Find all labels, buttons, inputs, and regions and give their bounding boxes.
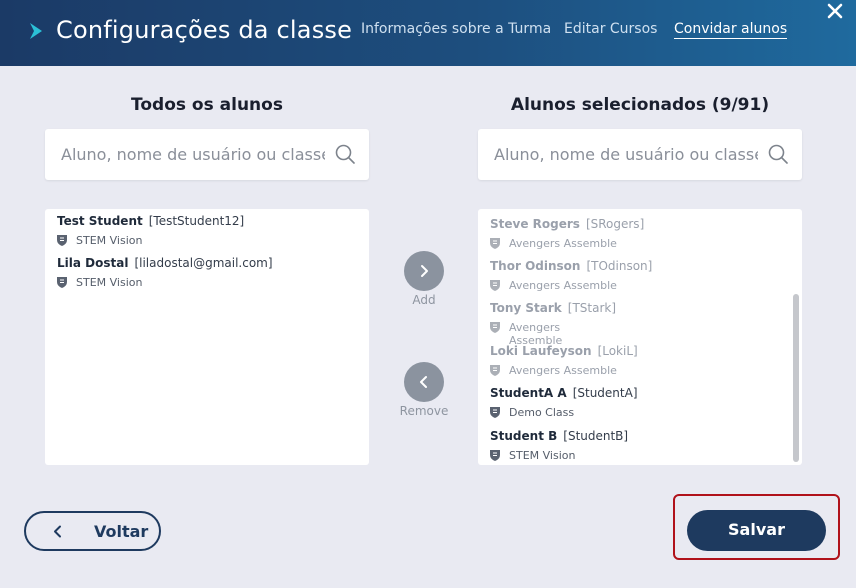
app-header: Configurações da classe Informações sobr… [0, 0, 856, 66]
shield-icon [490, 365, 500, 376]
student-class: Avengers Assemble [509, 237, 617, 250]
student-username: [SRogers] [585, 217, 645, 231]
list-item[interactable]: Student B [StudentB] STEM Vision [490, 427, 628, 463]
remove-button[interactable] [404, 362, 444, 402]
list-scrollbar[interactable] [793, 294, 799, 462]
shield-icon [490, 322, 500, 333]
student-username: [StudentA] [572, 386, 638, 400]
tab-class-info[interactable]: Informações sobre a Turma [361, 21, 551, 37]
student-username: [TStark] [567, 301, 617, 315]
list-item[interactable]: Thor Odinson [TOdinson] Avengers Assemble [490, 257, 652, 293]
tab-edit-courses[interactable]: Editar Cursos [564, 21, 657, 37]
all-students-list: Test Student [TestStudent12] STEM Vision … [45, 209, 369, 465]
all-students-title: Todos os alunos [131, 95, 283, 115]
remove-label[interactable]: Remove [394, 404, 454, 418]
selected-students-title: Alunos selecionados (9/91) [510, 95, 770, 115]
shield-icon [490, 450, 500, 461]
student-class: Avengers Assemble [509, 279, 617, 292]
student-name: Lila Dostal [57, 256, 129, 270]
add-label[interactable]: Add [404, 293, 444, 307]
right-search-input[interactable] [478, 129, 758, 180]
shield-icon [57, 235, 67, 246]
student-class: Demo Class [509, 406, 575, 419]
student-name: Loki Laufeyson [490, 344, 592, 358]
shield-icon [490, 238, 500, 249]
student-name: Student B [490, 429, 558, 443]
student-class: STEM Vision [509, 449, 576, 462]
student-username: [LokiL] [597, 344, 638, 358]
chevron-left-icon [54, 525, 61, 538]
shield-icon [490, 407, 500, 418]
student-name: StudentA A [490, 386, 567, 400]
list-item[interactable]: Loki Laufeyson [LokiL] Avengers Assemble [490, 342, 638, 378]
save-label: Salvar [728, 520, 785, 539]
student-username: [TOdinson] [586, 259, 653, 273]
right-search-box [478, 129, 802, 180]
student-class: Avengers Assemble [509, 364, 617, 377]
save-button[interactable]: Salvar [687, 510, 826, 551]
chevron-left-icon [420, 376, 427, 388]
list-item[interactable]: StudentA A [StudentA] Demo Class [490, 384, 638, 420]
student-name: Tony Stark [490, 301, 562, 315]
student-name: Test Student [57, 214, 143, 228]
chevron-right-icon [30, 23, 42, 39]
left-search-input[interactable] [45, 129, 325, 180]
student-name: Steve Rogers [490, 217, 580, 231]
student-username: [StudentB] [563, 429, 629, 443]
search-icon[interactable] [768, 144, 788, 164]
selected-students-list: Steve Rogers [SRogers] Avengers Assemble … [478, 209, 802, 465]
left-search-box [45, 129, 369, 180]
student-username: [TestStudent12] [148, 214, 245, 228]
list-item[interactable]: Test Student [TestStudent12] STEM Vision [57, 212, 244, 248]
student-class: STEM Vision [76, 276, 143, 289]
tab-invite-students[interactable]: Convidar alunos [674, 21, 788, 39]
shield-icon [490, 280, 500, 291]
shield-icon [57, 277, 67, 288]
add-button[interactable] [404, 251, 444, 291]
search-icon[interactable] [335, 144, 355, 164]
back-button[interactable]: Voltar [24, 511, 161, 551]
chevron-right-icon [421, 265, 428, 277]
list-item[interactable]: Lila Dostal [liladostal@gmail.com] STEM V… [57, 254, 273, 290]
student-username: [liladostal@gmail.com] [134, 256, 273, 270]
page-title: Configurações da classe [56, 16, 353, 44]
list-item[interactable]: Steve Rogers [SRogers] Avengers Assemble [490, 215, 644, 251]
list-item[interactable]: Tony Stark [TStark] Avengers Assemble [490, 299, 617, 347]
back-label: Voltar [94, 522, 149, 541]
student-class: STEM Vision [76, 234, 143, 247]
student-name: Thor Odinson [490, 259, 581, 273]
close-icon[interactable] [826, 2, 844, 20]
